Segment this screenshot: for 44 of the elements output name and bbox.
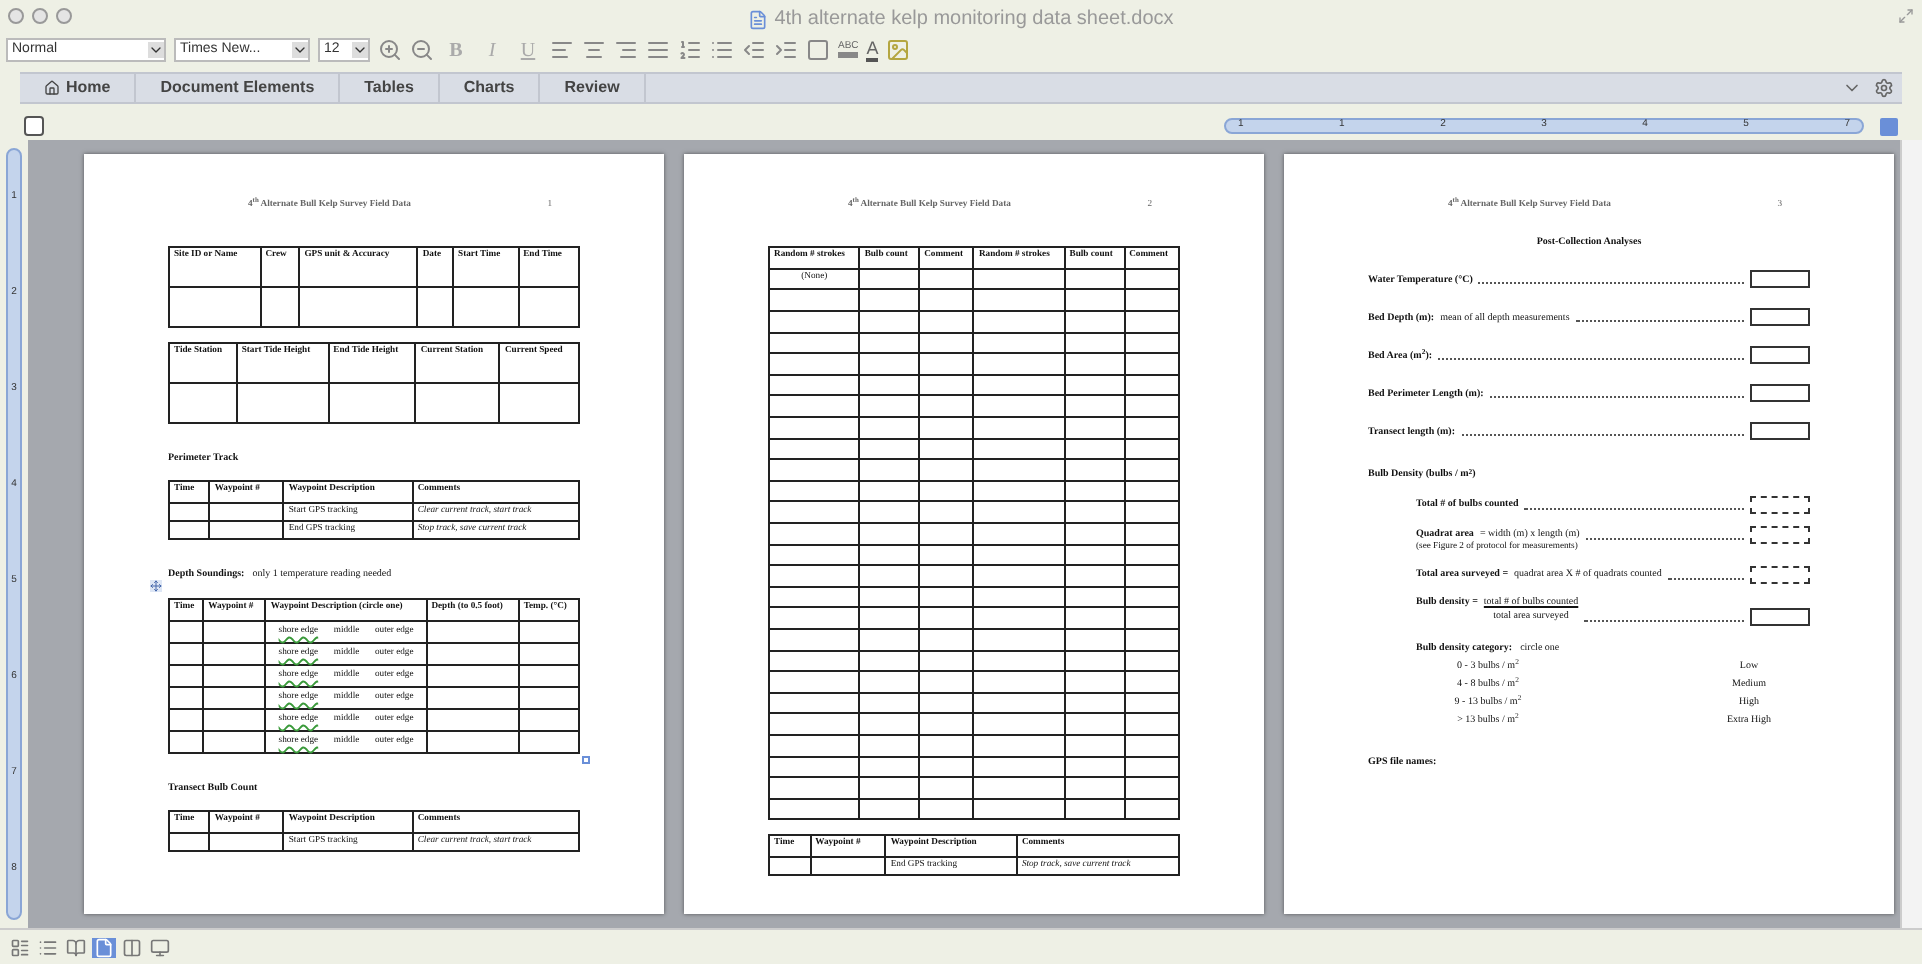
ruler-toggle-button[interactable] — [1880, 117, 1898, 135]
align-icon[interactable] — [646, 38, 670, 62]
numbered-list-icon[interactable] — [678, 38, 702, 62]
dropdown-icon — [352, 42, 368, 58]
answer-box — [1750, 308, 1810, 327]
ribbon-tab[interactable]: Review — [540, 74, 646, 102]
answer-box — [1750, 495, 1810, 514]
view-icon[interactable] — [64, 937, 88, 957]
answer-box — [1750, 384, 1810, 403]
align-icon[interactable] — [550, 38, 574, 62]
answer-box — [1750, 422, 1810, 441]
scrollbar[interactable] — [1900, 140, 1922, 928]
answer-box — [1750, 607, 1810, 626]
view-icon[interactable] — [148, 937, 172, 957]
move-handle-icon[interactable] — [150, 579, 162, 592]
answer-box — [1750, 270, 1810, 289]
page-toggle-button[interactable] — [24, 116, 44, 136]
window-title: 4th alternate kelp monitoring data sheet.docx — [774, 6, 1174, 34]
border-icon[interactable] — [806, 38, 830, 62]
align-icon[interactable] — [614, 38, 638, 62]
dropdown-icon — [148, 42, 164, 58]
answer-box — [1750, 565, 1810, 584]
outdent-icon[interactable] — [742, 38, 766, 62]
ribbon-tab[interactable]: Charts — [439, 74, 541, 102]
image-icon[interactable] — [886, 38, 911, 62]
fullscreen-icon[interactable] — [1898, 8, 1914, 24]
home-icon — [44, 80, 60, 96]
indent-icon[interactable] — [774, 38, 798, 62]
zoom-out-icon[interactable] — [410, 38, 434, 62]
document-icon — [748, 9, 769, 29]
dropdown-icon — [292, 42, 308, 58]
answer-box — [1750, 525, 1810, 544]
align-icon[interactable] — [582, 38, 606, 62]
zoom-in-icon[interactable] — [378, 38, 402, 62]
settings-icon[interactable] — [1874, 78, 1894, 98]
ribbon-tab[interactable]: Home — [20, 74, 137, 102]
ribbon-tab[interactable]: Document Elements — [136, 74, 341, 102]
view-icon[interactable] — [8, 937, 32, 957]
ribbon-tab[interactable]: Tables — [340, 74, 440, 102]
resize-handle[interactable] — [582, 755, 590, 764]
font-color-button[interactable]: A — [866, 39, 879, 61]
view-icon[interactable] — [92, 937, 116, 957]
view-icon[interactable] — [120, 937, 144, 957]
answer-box — [1750, 346, 1810, 365]
